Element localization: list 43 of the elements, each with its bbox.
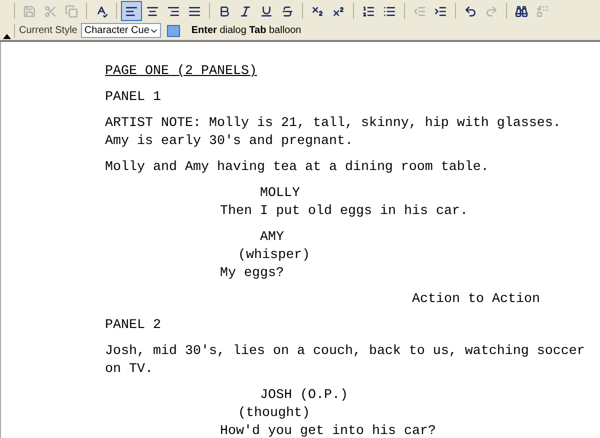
character-cue: MOLLY (259, 185, 301, 203)
action-line: ARTIST NOTE: Molly is 21, tall, skinny, hip with glasses. Amy is early 30's and pregnant. (104, 115, 562, 151)
bold-icon (218, 4, 231, 18)
save-icon (23, 4, 36, 18)
align-center-icon (146, 4, 159, 18)
action-line: Molly and Amy having tea at a dining room table. (104, 159, 490, 177)
outdent-icon (413, 4, 426, 18)
dialogue-line: How'd you get into his car? (219, 423, 437, 438)
dialogue-line: Then I put old eggs in his car. (219, 203, 469, 221)
character-cue: AMY (259, 229, 285, 247)
underline-icon (260, 4, 273, 18)
style-label: Current Style (19, 24, 78, 38)
strikethrough-icon (281, 4, 294, 18)
parenthetical-line: (thought) (237, 405, 311, 423)
italic-icon (239, 4, 252, 18)
undo-icon (464, 4, 477, 18)
character-cue: JOSH (O.P.) (259, 387, 349, 405)
style-dropdown[interactable]: Character Cue (81, 23, 162, 38)
numbered-list-icon (362, 4, 375, 18)
action-line: PANEL 2 (104, 317, 162, 335)
transition-line: Action to Action (411, 291, 541, 309)
redo-icon (485, 4, 498, 18)
keyboard-hint: Enter dialog Tab balloon (191, 24, 302, 38)
page-heading: PAGE ONE (2 PANELS) (104, 63, 258, 81)
spellcheck-icon (95, 4, 108, 18)
align-right-icon (167, 4, 180, 18)
find-icon (515, 4, 528, 18)
replace-icon (536, 4, 549, 18)
dialogue-line: My eggs? (219, 265, 285, 283)
superscript-icon (332, 4, 345, 18)
indent-icon (434, 4, 447, 18)
copy-icon (65, 4, 78, 18)
align-left-icon (125, 4, 138, 18)
ruler-marker-icon (3, 34, 11, 39)
toolbar-button[interactable] (121, 1, 142, 21)
bullet-list-icon (383, 4, 396, 18)
style-button[interactable] (167, 24, 180, 36)
subscript-icon (311, 4, 324, 18)
cut-icon (44, 4, 57, 18)
action-line: PANEL 1 (104, 89, 162, 107)
justify-icon (188, 4, 201, 18)
parenthetical-line: (whisper) (237, 247, 311, 265)
action-line: Josh, mid 30's, lies on a couch, back to us, watching soccer on TV. (104, 343, 586, 379)
